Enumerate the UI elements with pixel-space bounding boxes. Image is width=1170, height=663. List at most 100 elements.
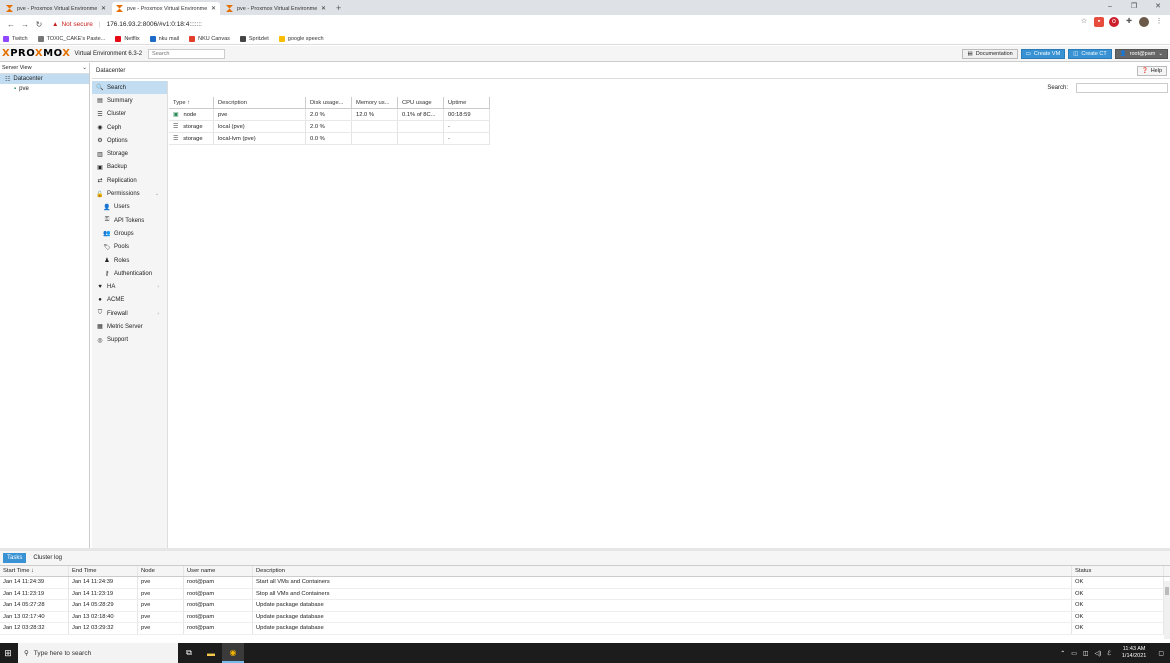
scrollbar[interactable] — [1164, 581, 1170, 639]
create-ct-button[interactable]: ◫ Create CT — [1068, 49, 1112, 59]
menu-item-authentication[interactable]: ⚷ Authentication — [92, 267, 167, 280]
menu-item-permissions[interactable]: 🔓 Permissions ⌄ — [92, 187, 167, 200]
close-window-icon[interactable]: ✕ — [1146, 0, 1170, 13]
column-header[interactable]: Start Time ↓ — [0, 566, 69, 576]
column-header[interactable]: CPU usage — [398, 97, 444, 108]
grid-cell-cpu — [398, 133, 444, 144]
column-header[interactable]: End Time — [69, 566, 138, 576]
url-field[interactable]: ▲ Not secure | 176.16.93.2:8006/#v1:0:18… — [52, 21, 202, 28]
column-header[interactable]: Type ↑ — [169, 97, 214, 108]
tab-tasks[interactable]: Tasks — [3, 553, 27, 563]
back-icon[interactable]: ← — [4, 20, 18, 29]
create-vm-button[interactable]: ▭ Create VM — [1020, 49, 1066, 59]
menu-item-roles[interactable]: ♟ Roles — [92, 254, 167, 267]
grid-cell-disk: 2.0 % — [306, 109, 352, 120]
menu-item-ceph[interactable]: ◉ Ceph — [92, 121, 167, 134]
menu-item-firewall[interactable]: ⛉ Firewall › — [92, 307, 167, 320]
menu-item-cluster[interactable]: ☰ Cluster — [92, 108, 167, 121]
minimize-icon[interactable]: – — [1098, 0, 1122, 13]
taskbar-search-input[interactable]: ⚲ Type here to search — [18, 643, 178, 663]
avatar[interactable] — [1139, 17, 1149, 27]
table-row[interactable]: Jan 13 02:17:40 Jan 13 02:18:40 pve root@pa… — [0, 611, 1170, 623]
table-row[interactable]: ▣ node pve 2.0 % 12.0 % 0.1% of 8C... 00:18:59 — [169, 109, 490, 121]
column-header[interactable]: Node — [138, 566, 184, 576]
menu-item-api-tokens[interactable]: ⚿ API Tokens — [92, 214, 167, 227]
forward-icon[interactable]: → — [18, 20, 32, 29]
user-icon: 👤 — [103, 204, 111, 211]
browser-tab[interactable]: pve - Proxmox Virtual Environme ✕ — [2, 2, 110, 15]
notifications-icon[interactable]: ▢ — [1158, 650, 1164, 657]
menu-item-replication[interactable]: ⇄ Replication — [92, 174, 167, 187]
column-header[interactable]: Status — [1072, 566, 1164, 576]
server-view-selector[interactable]: Server View ⌄ — [0, 63, 89, 74]
column-header[interactable]: User name — [184, 566, 253, 576]
table-row[interactable]: Jan 14 11:24:39 Jan 14 11:24:39 pve root@pa… — [0, 577, 1170, 589]
browser-tab[interactable]: pve - Proxmox Virtual Environme ✕ — [112, 2, 220, 15]
column-header[interactable]: Description — [253, 566, 1072, 576]
table-row[interactable]: ☰ storage local-lvm (pve) 0.0 % - — [169, 133, 490, 145]
task-view-icon[interactable]: ⧉ — [178, 643, 200, 663]
bookmark-item[interactable]: TOXIC_CAKE's Paste... — [37, 35, 105, 42]
menu-item-search[interactable]: 🔍 Search — [92, 81, 167, 95]
new-tab-button[interactable]: + — [336, 2, 341, 15]
grid-cell-cpu — [398, 121, 444, 132]
table-row[interactable]: Jan 12 03:28:32 Jan 12 03:29:32 pve root@pa… — [0, 623, 1170, 635]
file-explorer-icon[interactable]: ▬ — [200, 643, 222, 663]
chrome-icon[interactable]: ◉ — [222, 643, 244, 663]
chevron-up-icon[interactable]: ⌃ — [1060, 650, 1065, 657]
column-header[interactable]: Uptime — [444, 97, 490, 108]
menu-item-backup[interactable]: ▣ Backup — [92, 161, 167, 174]
menu-item-acme[interactable]: ● ACME — [92, 294, 167, 307]
volume-icon[interactable]: ◁) — [1095, 650, 1102, 657]
tab-cluster-log[interactable]: Cluster log — [29, 553, 66, 563]
bookmark-item[interactable]: NKU Canvas — [189, 35, 230, 42]
puzzle-icon[interactable]: ✚ — [1124, 17, 1134, 27]
opera-extension-icon[interactable]: o — [1109, 17, 1119, 27]
reload-icon[interactable]: ↻ — [32, 20, 46, 29]
table-row[interactable]: Jan 14 11:23:19 Jan 14 11:23:19 pve root@pa… — [0, 588, 1170, 600]
bookmark-item[interactable]: Spritzlet — [239, 35, 269, 42]
menu-item-pools[interactable]: 🏷 Pools — [92, 241, 167, 254]
close-icon[interactable]: ✕ — [321, 5, 326, 12]
column-header[interactable]: Description — [214, 97, 306, 108]
table-row[interactable]: ☰ storage local (pve) 2.0 % - — [169, 121, 490, 133]
windows-start-icon[interactable]: ⊞ — [0, 643, 16, 663]
menu-item-ha[interactable]: ♥ HA › — [92, 280, 167, 293]
language-icon[interactable]: ℰ — [1107, 650, 1111, 657]
star-icon[interactable]: ☆ — [1079, 17, 1089, 27]
menu-item-summary[interactable]: ▤ Summary — [92, 94, 167, 107]
close-icon[interactable]: ✕ — [211, 5, 216, 12]
tree-item-pve[interactable]: ▪ pve — [0, 84, 89, 94]
menu-item-support[interactable]: ◎ Support — [92, 334, 167, 347]
documentation-button[interactable]: ▤ Documentation — [962, 49, 1018, 59]
menu-item-options[interactable]: ⚙ Options — [92, 134, 167, 147]
support-icon: ◎ — [97, 337, 103, 344]
bookmark-item[interactable]: google speech — [278, 35, 324, 42]
column-header[interactable]: Memory us... — [352, 97, 398, 108]
more-menu-icon[interactable]: ⋮ — [1154, 17, 1164, 27]
pdf-extension-icon[interactable]: ▪ — [1094, 17, 1104, 27]
browser-tab[interactable]: pve - Proxmox Virtual Environme ✕ — [222, 2, 330, 15]
bookmark-item[interactable]: Netflix — [115, 35, 140, 42]
user-menu-button[interactable]: 👤 root@pam ⌄ — [1114, 49, 1168, 59]
menu-item-users[interactable]: 👤 Users — [92, 201, 167, 214]
clock[interactable]: 11:43 AM 1/14/2021 — [1122, 646, 1146, 660]
tree-item-datacenter[interactable]: ☷ Datacenter — [0, 74, 89, 84]
network-icon[interactable]: ◫ — [1083, 650, 1089, 657]
table-row[interactable]: Jan 14 05:27:28 Jan 14 05:28:29 pve root@pa… — [0, 600, 1170, 612]
bookmark-item[interactable]: Twitch — [3, 35, 28, 42]
close-icon[interactable]: ✕ — [101, 5, 106, 12]
column-header[interactable]: Disk usage... — [306, 97, 352, 108]
header-search-input[interactable] — [148, 48, 226, 59]
search-input[interactable] — [1076, 83, 1168, 93]
grid-cell-type: ☰ storage — [169, 133, 214, 144]
bookmark-item[interactable]: nku mail — [149, 35, 179, 42]
menu-item-groups[interactable]: 👥 Groups — [92, 227, 167, 240]
node-icon: ▪ — [14, 86, 17, 92]
menu-item-metric-server[interactable]: ▦ Metric Server — [92, 320, 167, 333]
help-button[interactable]: ❓ Help — [1136, 66, 1167, 76]
maximize-icon[interactable]: ❐ — [1122, 0, 1146, 13]
menu-item-storage[interactable]: ▥ Storage — [92, 147, 167, 160]
battery-icon[interactable]: ▭ — [1071, 650, 1077, 657]
key-icon: ⚷ — [104, 271, 110, 278]
